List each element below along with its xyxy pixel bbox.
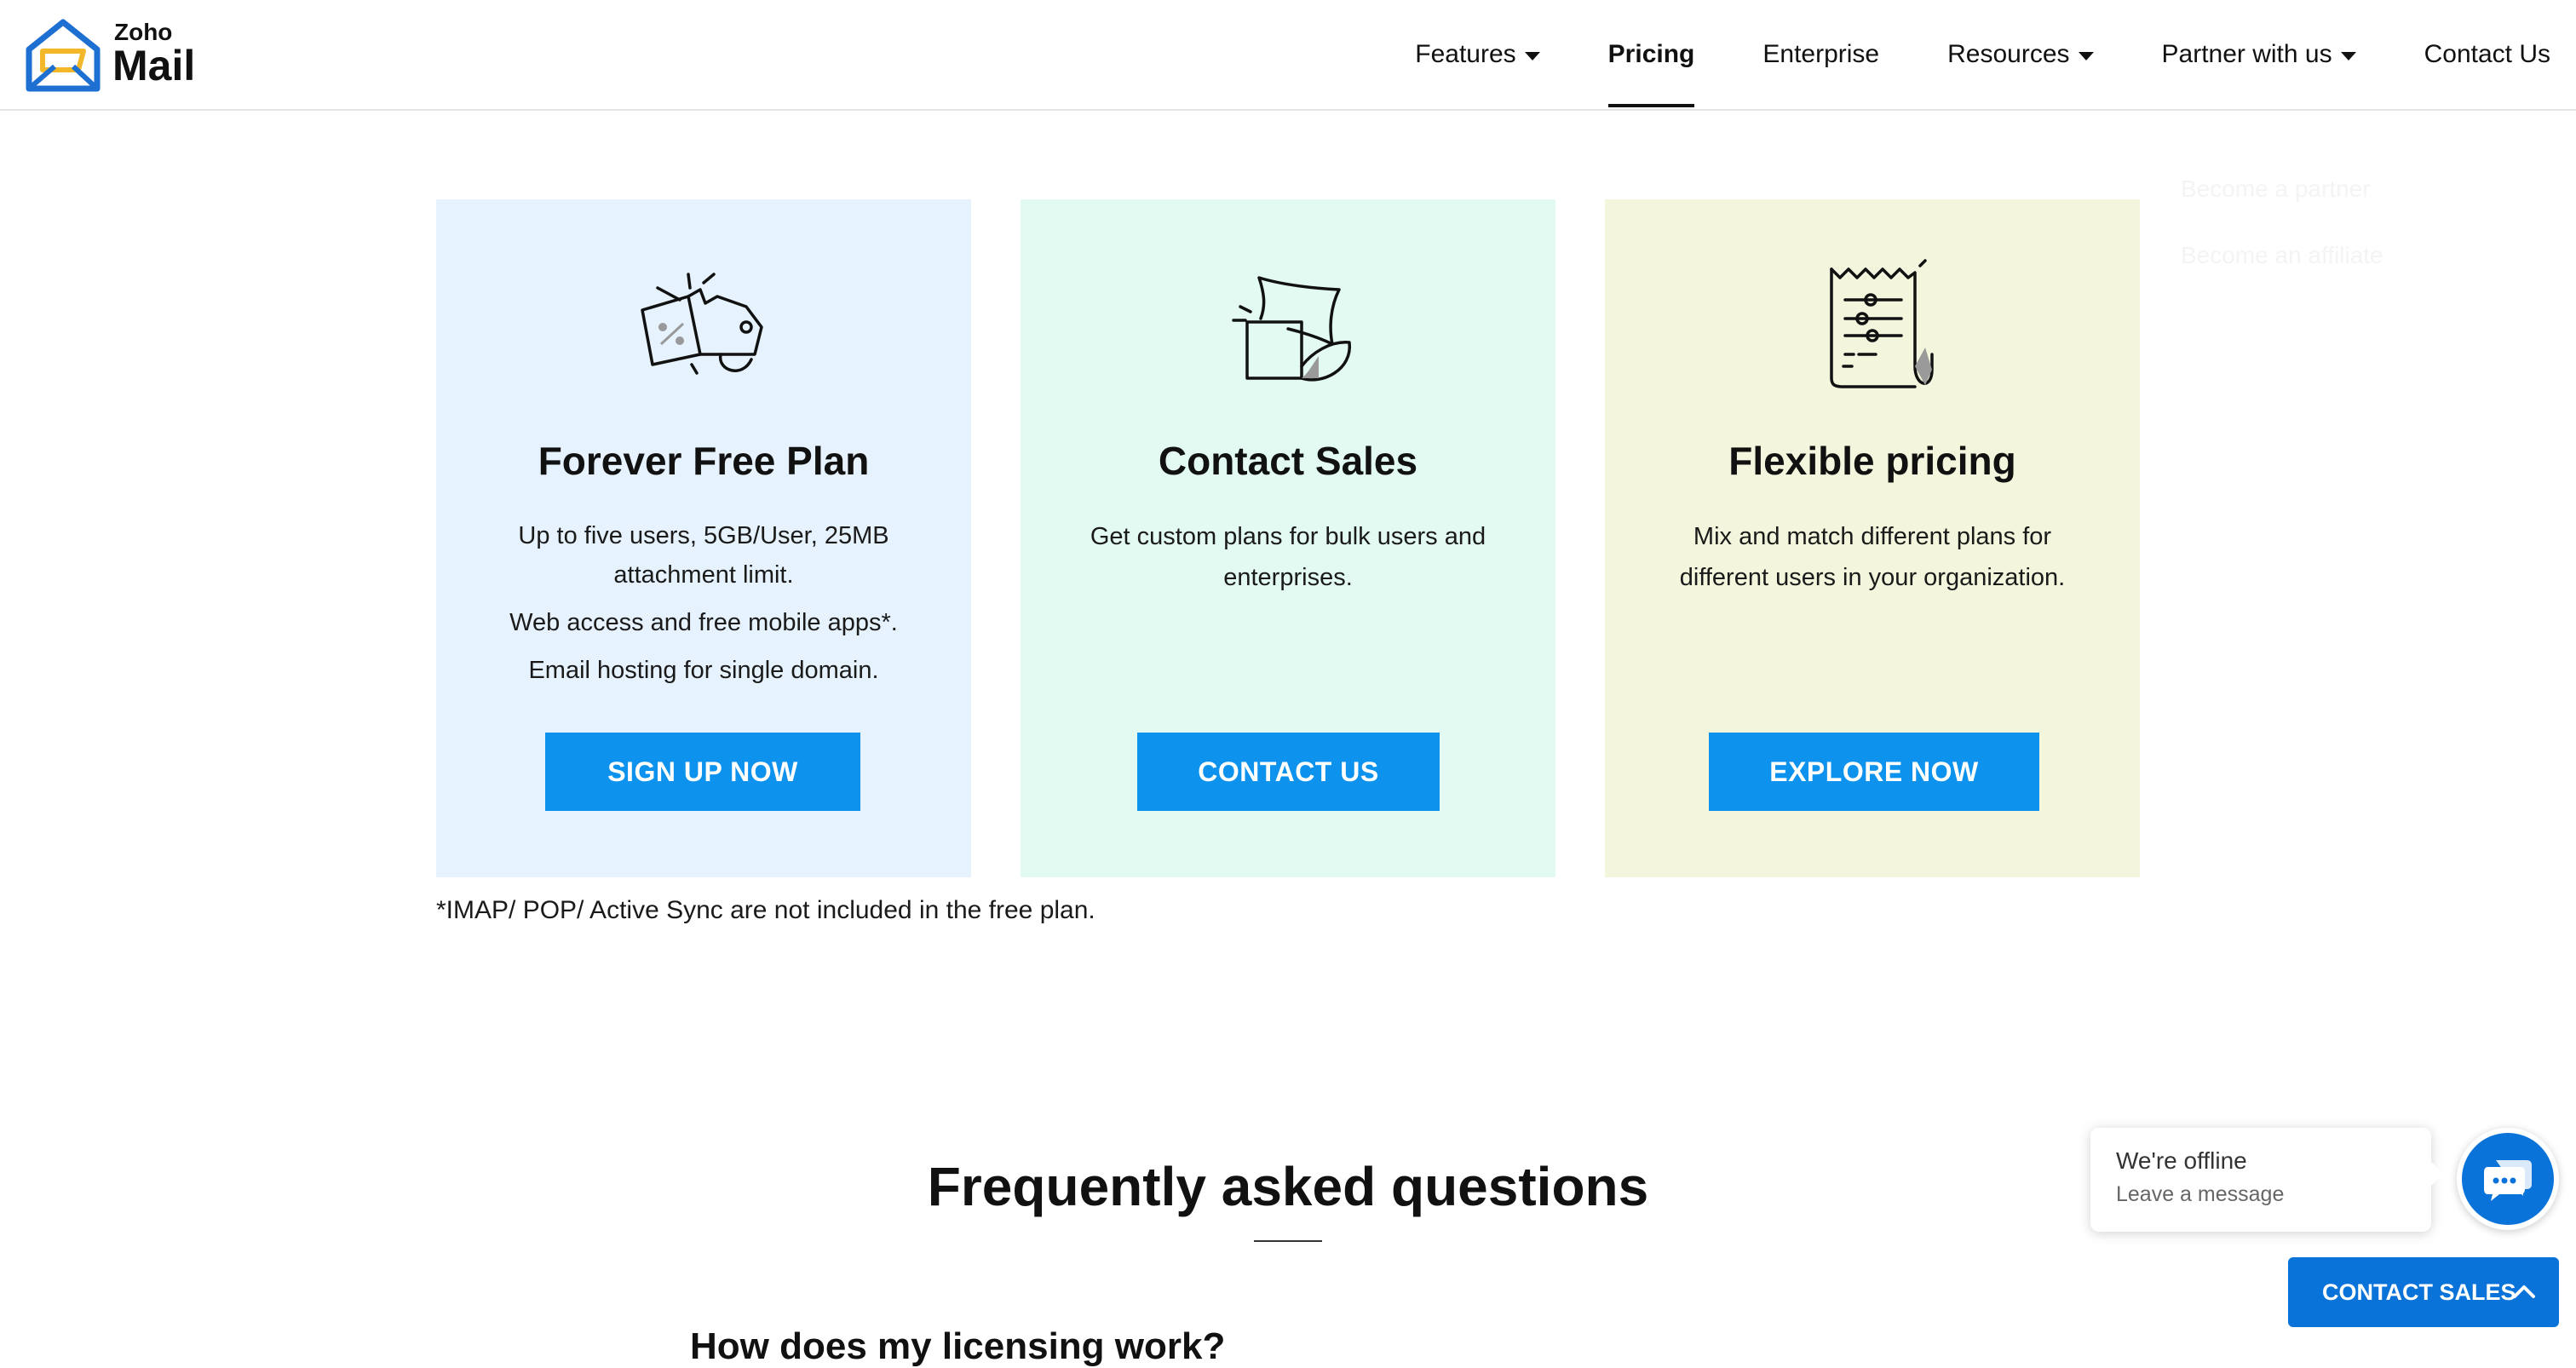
card-description: Up to five users, 5GB/User, 25MB attachm… bbox=[487, 516, 920, 698]
card-line: Up to five users, 5GB/User, 25MB attachm… bbox=[518, 522, 889, 589]
receipt-sliders-icon bbox=[1830, 259, 1934, 388]
card-line: Email hosting for single domain. bbox=[528, 657, 879, 684]
nav-pricing-label: Pricing bbox=[1607, 40, 1695, 68]
chat-icon bbox=[2484, 1160, 2532, 1201]
logo-brand-text: Zoho bbox=[114, 19, 173, 45]
faded-menu-item: Become an affiliate bbox=[2181, 242, 2383, 268]
zoho-mail-logo[interactable]: Zoho Mail bbox=[24, 15, 203, 94]
card-title: Forever Free Plan bbox=[538, 439, 870, 483]
chat-status-text: We're offline bbox=[2116, 1147, 2247, 1174]
card-line: Web access and free mobile apps*. bbox=[509, 609, 898, 636]
contact-us-button[interactable]: CONTACT US bbox=[1137, 733, 1440, 811]
nav-partner[interactable]: Partner with us bbox=[2162, 0, 2356, 109]
card-title: Contact Sales bbox=[1158, 439, 1418, 483]
free-plan-card: Forever Free Plan Up to five users, 5GB/… bbox=[436, 199, 971, 877]
card-line: Get custom plans for bulk users and ente… bbox=[1090, 523, 1486, 591]
nav-enterprise-label: Enterprise bbox=[1762, 40, 1880, 68]
faded-menu-item: Become a partner bbox=[2181, 175, 2371, 202]
flexible-pricing-card: Flexible pricing Mix and match different… bbox=[1605, 199, 2140, 877]
nav-features-label: Features bbox=[1415, 40, 1516, 68]
chat-launcher-button[interactable] bbox=[2457, 1128, 2559, 1230]
site-header: Zoho Mail Features Pricing Enterprise Re… bbox=[0, 0, 2576, 111]
nav-features[interactable]: Features bbox=[1415, 0, 1540, 109]
contact-sales-label: CONTACT SALES bbox=[2322, 1279, 2516, 1305]
chevron-up-icon bbox=[2513, 1285, 2535, 1298]
main-nav: Features Pricing Enterprise Resources Pa… bbox=[1347, 0, 2550, 109]
nav-pricing[interactable]: Pricing bbox=[1607, 0, 1695, 109]
caret-down-icon bbox=[1524, 52, 1540, 60]
nav-contact-us-label: Contact Us bbox=[2424, 40, 2550, 68]
nav-resources[interactable]: Resources bbox=[1947, 0, 2094, 109]
card-line: Mix and match different plans for differ… bbox=[1679, 523, 2066, 591]
shapes-icon bbox=[1232, 276, 1351, 382]
card-description: Mix and match different plans for differ… bbox=[1656, 516, 2089, 606]
sign-up-now-button[interactable]: SIGN UP NOW bbox=[545, 733, 860, 811]
nav-contact-us[interactable]: Contact Us bbox=[2424, 0, 2550, 109]
chat-leave-message: Leave a message bbox=[2116, 1181, 2285, 1206]
nav-enterprise[interactable]: Enterprise bbox=[1762, 0, 1879, 109]
chat-status-bubble[interactable]: We're offline Leave a message bbox=[2090, 1128, 2443, 1232]
nav-partner-label: Partner with us bbox=[2161, 40, 2332, 68]
faq-question[interactable]: How does my licensing work? bbox=[690, 1325, 1225, 1368]
free-plan-footnote: *IMAP/ POP/ Active Sync are not included… bbox=[436, 896, 1095, 924]
contact-sales-button[interactable]: CONTACT SALES bbox=[2288, 1257, 2559, 1327]
faq-divider bbox=[1254, 1240, 1322, 1242]
envelope-logo-icon bbox=[26, 19, 101, 92]
card-description: Get custom plans for bulk users and ente… bbox=[1072, 516, 1504, 606]
logo-product-text: Mail bbox=[112, 42, 196, 89]
contact-sales-card: Contact Sales Get custom plans for bulk … bbox=[1021, 199, 1555, 877]
nav-resources-label: Resources bbox=[1947, 40, 2070, 68]
explore-now-button[interactable]: EXPLORE NOW bbox=[1709, 733, 2039, 811]
caret-down-icon bbox=[2340, 52, 2356, 60]
price-tag-icon bbox=[641, 273, 763, 375]
caret-down-icon bbox=[2078, 52, 2094, 60]
card-title: Flexible pricing bbox=[1728, 439, 2016, 483]
